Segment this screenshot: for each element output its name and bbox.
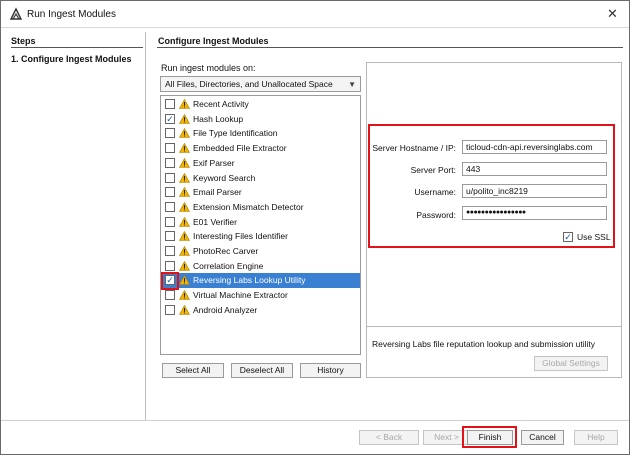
module-label: Virtual Machine Extractor [193, 290, 288, 301]
warning-icon [179, 113, 190, 124]
warning-icon [179, 128, 190, 139]
module-row[interactable]: Exif Parser [161, 156, 360, 171]
module-checkbox[interactable] [165, 290, 175, 301]
module-label: File Type Identification [193, 128, 278, 139]
module-label: Embedded File Extractor [193, 143, 287, 154]
module-checkbox[interactable] [165, 187, 175, 198]
warning-icon [179, 187, 190, 197]
warning-icon [179, 290, 190, 300]
warning-icon [179, 246, 190, 256]
deselect-all-button[interactable]: Deselect All [231, 363, 293, 378]
module-label: PhotoRec Carver [193, 246, 259, 256]
warning-icon [179, 275, 190, 286]
warning-icon [179, 304, 190, 315]
warning-icon [179, 260, 190, 271]
highlight-box [368, 124, 615, 248]
module-row[interactable]: ✓ Hash Lookup [161, 112, 360, 127]
module-label: E01 Verifier [193, 216, 237, 227]
close-icon[interactable]: ✕ [607, 6, 618, 22]
steps-heading: Steps [11, 36, 36, 46]
module-checkbox[interactable] [165, 143, 175, 154]
help-button[interactable]: Help [574, 430, 618, 445]
module-label: Keyword Search [193, 172, 256, 183]
module-row[interactable]: Extension Mismatch Detector [161, 200, 360, 215]
window-title: Run Ingest Modules [27, 9, 116, 20]
module-checkbox[interactable] [165, 304, 175, 315]
app-icon [9, 7, 23, 20]
warning-icon [179, 143, 190, 153]
module-checkbox[interactable] [165, 99, 175, 109]
module-row[interactable]: Keyword Search [161, 171, 360, 186]
module-row[interactable]: Recent Activity [161, 97, 360, 112]
module-checkbox[interactable] [165, 231, 175, 242]
module-checkbox[interactable] [165, 172, 175, 183]
run-on-label: Run ingest modules on: [161, 63, 256, 73]
config-heading: Configure Ingest Modules [158, 36, 269, 46]
module-description: Reversing Labs file reputation lookup an… [372, 339, 596, 349]
warning-icon [179, 231, 190, 242]
module-label: Recent Activity [193, 99, 249, 109]
module-checkbox[interactable] [165, 128, 175, 139]
run-on-value: All Files, Directories, and Unallocated … [165, 79, 333, 89]
highlight-box [161, 272, 179, 290]
module-row[interactable]: PhotoRec Carver [161, 244, 360, 259]
highlight-box [462, 426, 517, 448]
warning-icon [179, 201, 190, 212]
history-button[interactable]: History [300, 363, 361, 378]
warning-icon [179, 157, 190, 168]
divider [11, 47, 143, 48]
warning-icon [179, 216, 190, 227]
global-settings-button[interactable]: Global Settings [534, 356, 608, 371]
cancel-button[interactable]: Cancel [521, 430, 564, 445]
divider [366, 326, 622, 327]
module-row[interactable]: Interesting Files Identifier [161, 229, 360, 244]
module-checkbox[interactable] [165, 216, 175, 227]
steps-panel: Steps 1. Configure Ingest Modules [5, 32, 146, 420]
module-checkbox[interactable] [165, 260, 175, 271]
select-all-button[interactable]: Select All [162, 363, 224, 378]
module-checkbox[interactable] [165, 246, 175, 256]
module-label: Extension Mismatch Detector [193, 201, 304, 212]
module-label: Interesting Files Identifier [193, 231, 288, 242]
module-row[interactable]: Embedded File Extractor [161, 141, 360, 156]
module-row[interactable]: Android Analyzer [161, 303, 360, 318]
module-row[interactable]: E01 Verifier [161, 215, 360, 230]
module-row[interactable]: Email Parser [161, 185, 360, 200]
module-label: Android Analyzer [193, 304, 258, 315]
module-row[interactable]: File Type Identification [161, 126, 360, 141]
warning-icon [179, 99, 190, 109]
module-label: Reversing Labs Lookup Utility [193, 275, 306, 286]
module-row[interactable]: Correlation Engine [161, 259, 360, 274]
chevron-down-icon: ▼ [348, 80, 356, 89]
warning-icon [179, 172, 190, 183]
module-label: Exif Parser [193, 157, 235, 168]
module-row[interactable]: ✓ Reversing Labs Lookup Utility [161, 273, 360, 289]
divider [157, 47, 623, 48]
module-label: Correlation Engine [193, 260, 264, 271]
step-item: 1. Configure Ingest Modules [11, 54, 132, 64]
dialog-window: Run Ingest Modules ✕ Steps 1. Configure … [0, 0, 630, 455]
back-button[interactable]: < Back [359, 430, 419, 445]
module-checkbox[interactable]: ✓ [165, 113, 175, 124]
divider [1, 420, 629, 421]
run-on-select[interactable]: All Files, Directories, and Unallocated … [160, 76, 361, 92]
module-checkbox[interactable] [165, 201, 175, 212]
module-checkbox[interactable] [165, 157, 175, 168]
module-list[interactable]: Recent Activity ✓ Hash Lookup File Type Ide… [160, 95, 361, 355]
title-bar: Run Ingest Modules ✕ [1, 1, 629, 28]
module-label: Email Parser [193, 187, 242, 198]
module-label: Hash Lookup [193, 113, 244, 124]
module-row[interactable]: Virtual Machine Extractor [161, 288, 360, 303]
